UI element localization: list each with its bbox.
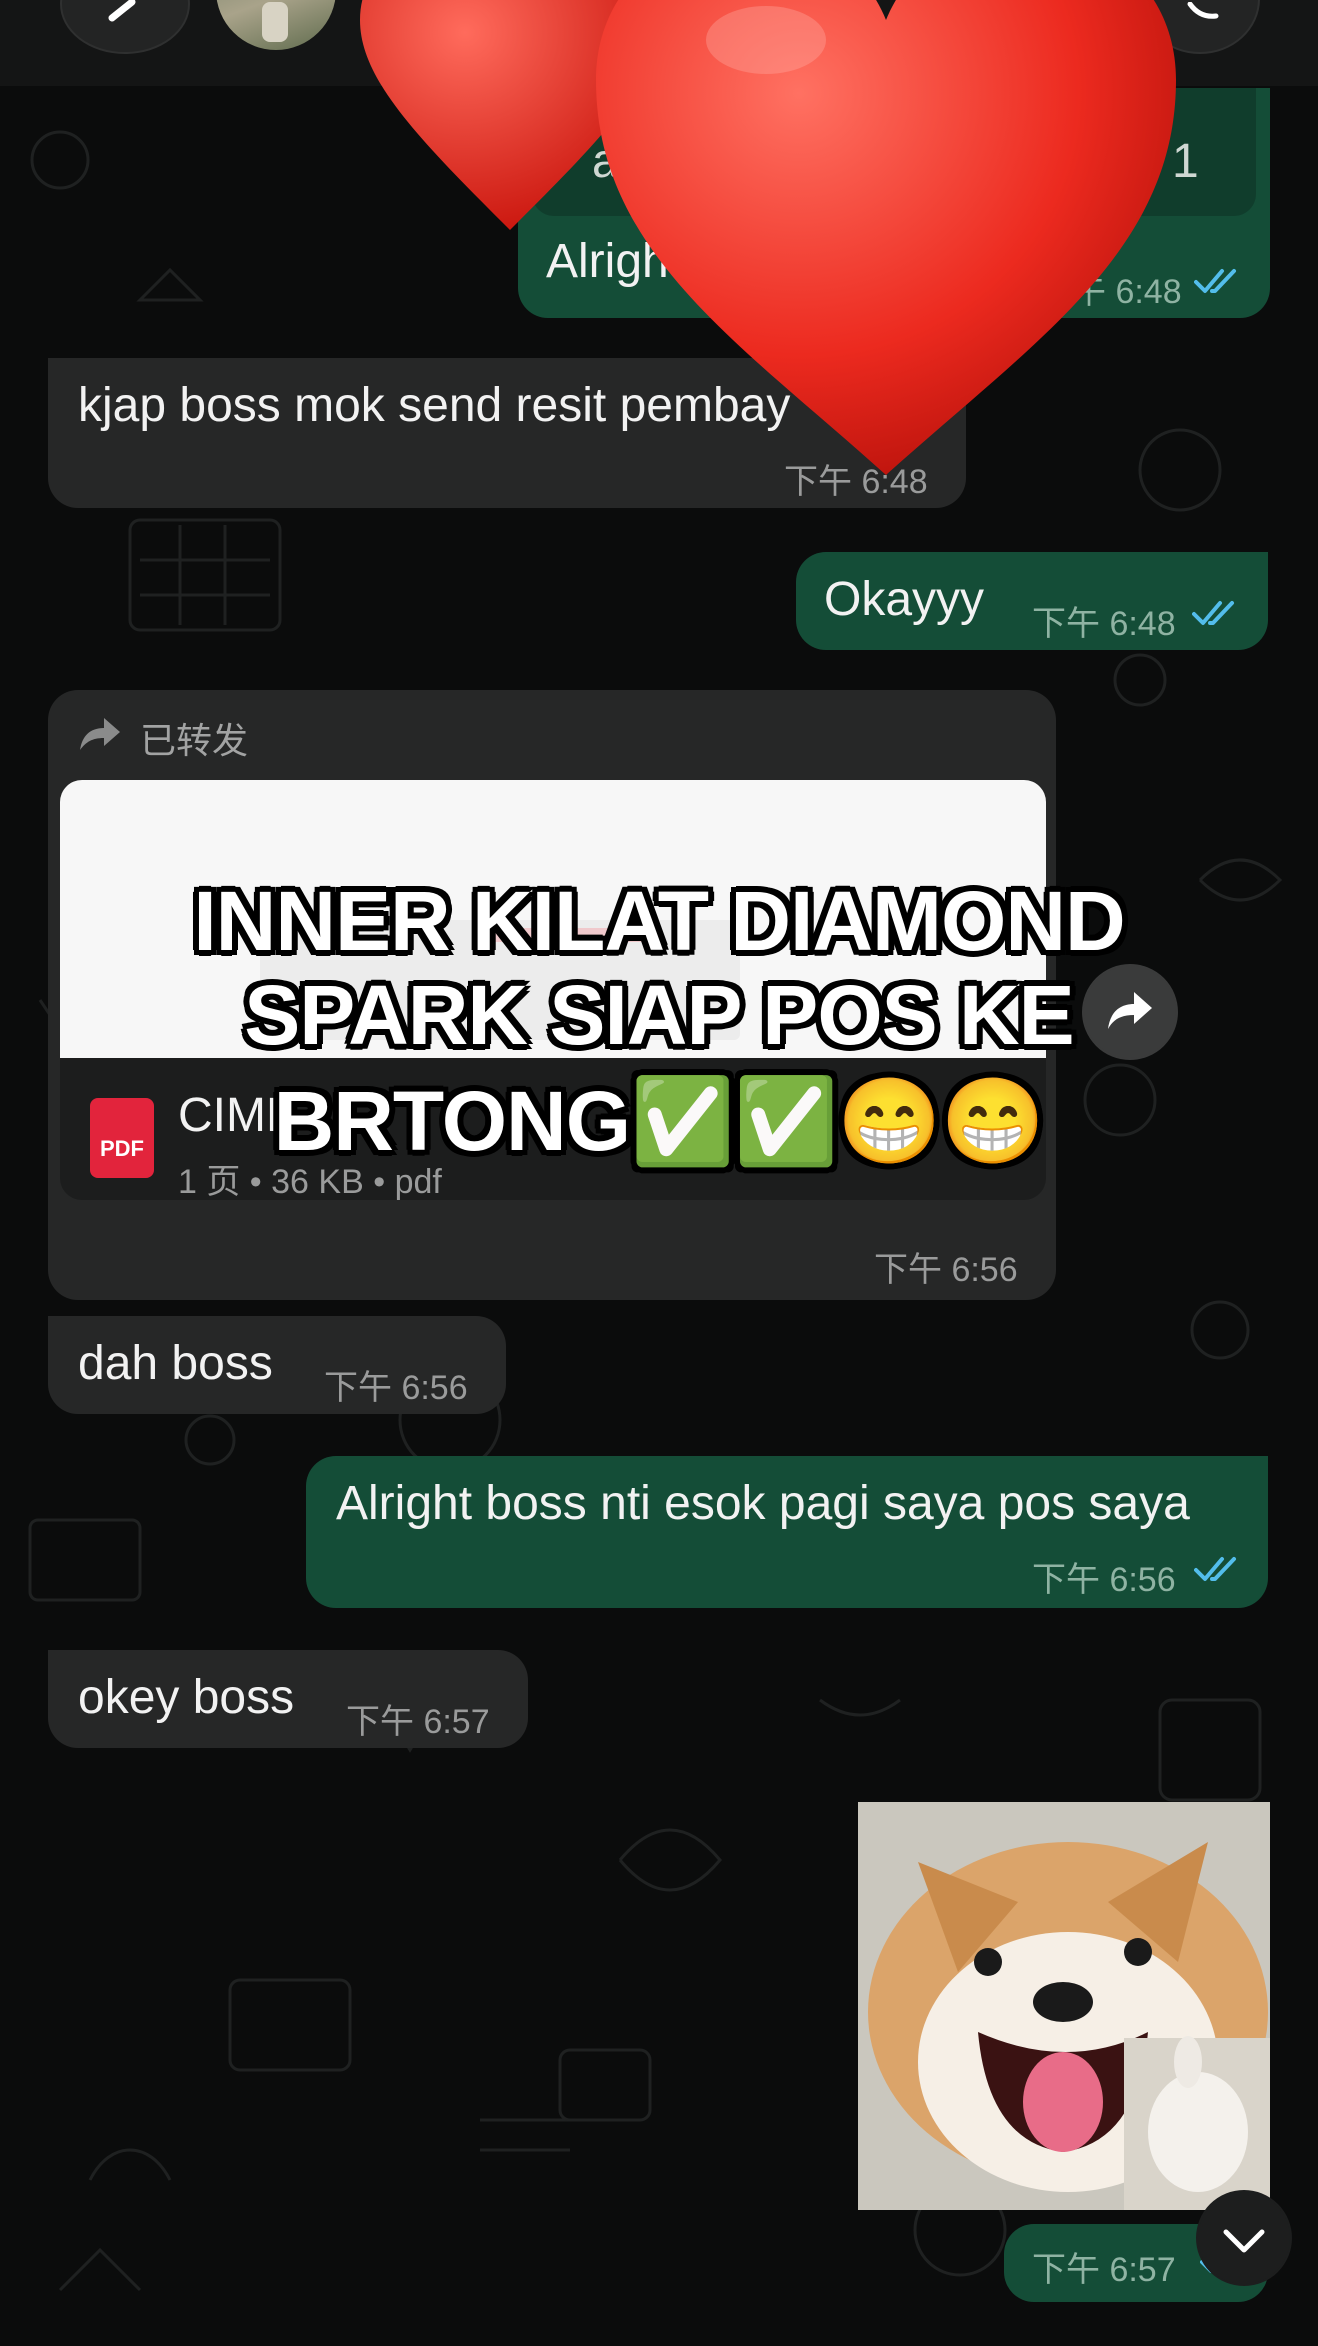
forwarded-label: 已转发 <box>140 720 249 761</box>
outgoing-message[interactable]: Okayyy 下午 6:48 <box>796 552 1268 650</box>
forward-label-icon <box>80 718 120 750</box>
message-text: okey boss <box>78 1671 295 1724</box>
chevron-down-icon <box>1223 2229 1265 2253</box>
incoming-message[interactable]: okey boss 下午 6:57 <box>48 1650 528 1748</box>
message-time: 下午 6:57 <box>346 1703 490 1741</box>
message-time: 下午 6:56 <box>1032 1561 1176 1599</box>
double-check-icon <box>1194 1557 1236 1581</box>
back-icon <box>108 0 136 22</box>
message-text: dah boss <box>78 1337 273 1390</box>
message-time: 下午 6:56 <box>324 1369 468 1407</box>
outgoing-message[interactable]: Alright boss nti esok pagi saya pos saya… <box>306 1456 1268 1608</box>
overlay-caption-line-1: INNER KILAT DIAMOND <box>193 874 1125 968</box>
shiba-dog-image <box>858 1802 1270 2210</box>
message-text: Okayyy <box>824 573 985 626</box>
heart-icon <box>596 0 1176 475</box>
incoming-message[interactable]: dah boss 下午 6:56 <box>48 1316 506 1414</box>
overlay-caption-line-3: BRTONG✅✅😁😁 <box>273 1074 1046 1168</box>
scroll-to-bottom-button[interactable] <box>1196 2190 1292 2286</box>
overlay-caption-line-2: SPARK SIAP POS KE <box>244 968 1074 1062</box>
message-time: 下午 6:48 <box>1032 605 1176 643</box>
dog-sticker[interactable] <box>858 1802 1270 2210</box>
double-check-icon <box>1194 269 1236 293</box>
message-time: 下午 6:56 <box>874 1251 1018 1289</box>
message-time: 下午 6:57 <box>1032 2251 1176 2289</box>
double-check-icon <box>1192 601 1234 625</box>
message-text: Alright boss nti esok pagi saya pos saya <box>336 1477 1190 1530</box>
